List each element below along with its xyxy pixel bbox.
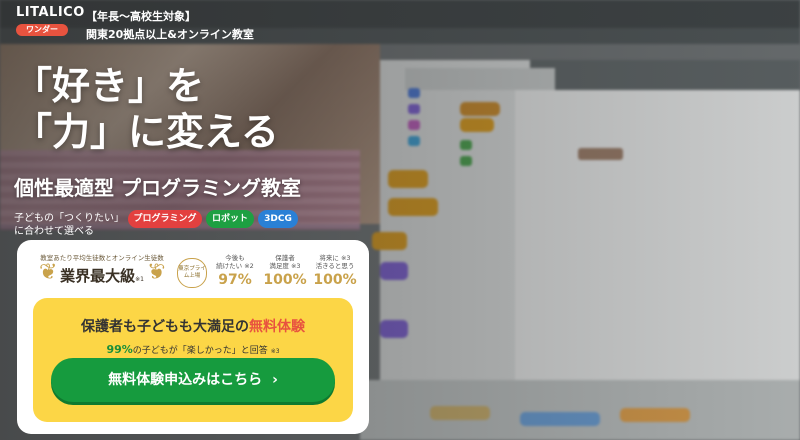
info-card: ❦ ❦ 教室あたり平均生徒数とオンライン生徒数 業界最大級※1 東京プライム上場… bbox=[17, 240, 369, 434]
laurel-left-icon: ❦ bbox=[39, 260, 58, 285]
headline-line-2: 「力」に変える bbox=[14, 110, 279, 154]
stat-value: 100% bbox=[313, 272, 357, 288]
logo-wordmark: LITALICO bbox=[16, 5, 85, 20]
subheadline: 個性最適型 プログラミング教室 bbox=[14, 176, 301, 200]
trial-satisfaction-text: 99%の子どもが「楽しかった」と回答 ※3 bbox=[106, 343, 280, 356]
headline-line-1: 「好き」を bbox=[14, 64, 205, 108]
free-trial-button-label: 無料体験申込みはこちら bbox=[108, 372, 263, 388]
target-age-tagline: 【年長〜高校生対象】 bbox=[86, 10, 196, 23]
trial-cta-box: 保護者も子どもも大満足の無料体験 99%の子どもが「楽しかった」と回答 ※3 無… bbox=[33, 298, 353, 422]
trial-title: 保護者も子どもも大満足の無料体験 bbox=[81, 319, 305, 335]
logo-sub-badge: ワンダー bbox=[16, 24, 68, 36]
award-badge: ❦ ❦ 教室あたり平均生徒数とオンライン生徒数 業界最大級※1 bbox=[39, 250, 165, 296]
locations-tagline: 関東20拠点以上&オンライン教室 bbox=[86, 28, 254, 41]
brand-logo[interactable]: LITALICO ワンダー bbox=[16, 5, 85, 44]
course-pill-3dcg: 3DCG bbox=[258, 210, 298, 228]
chevron-right-icon: › bbox=[272, 372, 278, 388]
stat-continue: 今後も 続けたい ※2 97% bbox=[211, 254, 259, 288]
description-line-2: に合わせて選べる bbox=[14, 226, 94, 237]
stat-value: 100% bbox=[263, 272, 307, 288]
listing-seal: 東京プライム上場 bbox=[177, 258, 207, 288]
hero-section: LITALICO ワンダー 【年長〜高校生対象】 関東20拠点以上&オンライン教… bbox=[0, 0, 800, 440]
course-pill-programming: プログラミング bbox=[128, 210, 202, 228]
laurel-right-icon: ❦ bbox=[146, 260, 165, 285]
course-pill-robot: ロボット bbox=[206, 210, 254, 228]
free-trial-button[interactable]: 無料体験申込みはこちら › bbox=[51, 358, 335, 402]
stat-parent-satisfaction: 保護者 満足度 ※3 100% bbox=[261, 254, 309, 288]
stat-value: 97% bbox=[218, 272, 252, 288]
stat-future-useful: 将来に ※3 活きると思う 100% bbox=[311, 254, 359, 288]
